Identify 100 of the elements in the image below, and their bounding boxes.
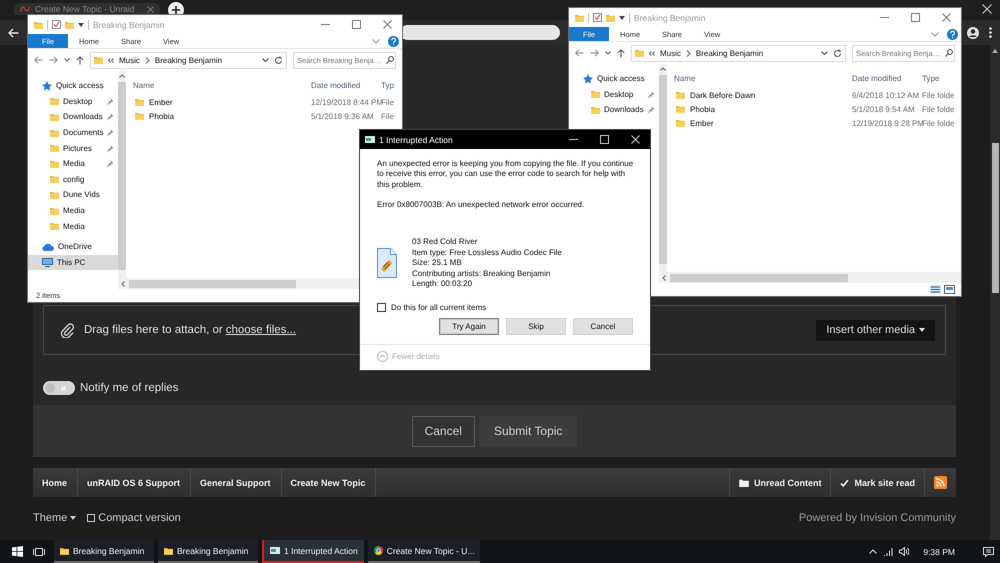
nav-item[interactable]: Quick access	[569, 71, 659, 87]
address-bar[interactable]: Music Breaking Benjamin	[90, 52, 287, 68]
caret-down-icon[interactable]	[262, 58, 269, 62]
column-header[interactable]: Name	[674, 74, 852, 82]
details-view-icon[interactable]	[930, 285, 941, 294]
breadcrumb-segment[interactable]: Breaking Benjamin	[154, 56, 222, 64]
nav-item[interactable]: This PC	[28, 254, 118, 270]
forward-arrow-icon[interactable]	[49, 56, 58, 64]
properties-icon[interactable]	[593, 13, 602, 22]
browser-tab[interactable]: Create New Topic - Unraid	[14, 3, 160, 15]
up-arrow-icon[interactable]	[617, 48, 625, 58]
file-name[interactable]: Ember	[133, 98, 311, 106]
notify-toggle[interactable]	[43, 381, 75, 395]
choose-files-link[interactable]: choose files...	[226, 324, 296, 336]
nav-item[interactable]: Downloads	[28, 109, 118, 125]
rss-icon[interactable]	[934, 476, 947, 489]
refresh-icon[interactable]	[833, 48, 842, 58]
task-view-icon[interactable]	[33, 546, 45, 556]
up-arrow-icon[interactable]	[76, 56, 84, 64]
file-name[interactable]: Dark Before Dawn	[674, 90, 852, 100]
caret-down-icon[interactable]	[821, 51, 828, 55]
theme-menu[interactable]: Theme	[33, 512, 76, 524]
breadcrumb-link[interactable]: Home	[33, 468, 78, 497]
file-name[interactable]: Phobia	[674, 104, 852, 114]
scrollbar[interactable]	[118, 71, 126, 289]
caret-down-icon	[70, 516, 76, 520]
file-name[interactable]: Phobia	[133, 112, 311, 120]
wifi-icon[interactable]	[883, 547, 894, 556]
window-title: 1 Interrupted Action	[379, 134, 453, 144]
help-icon[interactable]	[388, 36, 399, 46]
cancel-button[interactable]: Cancel	[412, 416, 475, 446]
mark-read-link[interactable]: Mark site read	[830, 468, 924, 497]
caret-up-icon[interactable]	[869, 549, 878, 554]
nav-item[interactable]: config	[28, 172, 118, 188]
taskbar-item[interactable]: Breaking Benjamin	[158, 540, 258, 563]
apply-all-checkbox[interactable]: Do this for all current items	[377, 302, 633, 312]
refresh-icon[interactable]	[274, 56, 283, 64]
recent-caret-icon[interactable]	[605, 51, 611, 55]
nav-item[interactable]: Documents	[28, 124, 118, 140]
expand-ribbon-icon[interactable]	[372, 38, 380, 44]
error-message: An unexpected error is keeping you from copying the file. If you continue to receive this error, you can use the error code to search for help with this problem.	[377, 159, 634, 190]
column-header[interactable]: Date modified	[852, 74, 922, 82]
breadcrumb-segment[interactable]: Music	[660, 48, 681, 58]
profile-icon[interactable]	[967, 26, 979, 38]
unread-content-link[interactable]: Unread Content	[728, 468, 830, 497]
overflow-chevron-icon	[649, 50, 655, 56]
nav-item[interactable]: Desktop	[569, 86, 659, 102]
folder-icon	[676, 105, 685, 113]
nav-item[interactable]: Dune Vids	[28, 187, 118, 203]
nav-item[interactable]: Media	[28, 156, 118, 172]
close-icon[interactable]	[982, 4, 992, 14]
compact-version-toggle[interactable]: Compact version	[87, 512, 181, 524]
audio-file-icon	[377, 248, 397, 278]
thumbnail-view-icon[interactable]	[944, 285, 955, 294]
scrollbar[interactable]	[990, 45, 1000, 540]
folder-icon	[65, 20, 74, 28]
file-name[interactable]: Ember	[674, 118, 852, 128]
breadcrumb-segment[interactable]: Breaking Benjamin	[696, 48, 764, 58]
help-icon[interactable]	[947, 28, 958, 40]
breadcrumb-link[interactable]: unRAID OS 6 Support	[78, 468, 192, 497]
column-header[interactable]: Date modified	[311, 80, 381, 90]
recent-caret-icon[interactable]	[64, 58, 70, 62]
expand-ribbon-icon[interactable]	[931, 32, 939, 36]
windows-logo-icon[interactable]	[12, 546, 22, 557]
breadcrumb-link[interactable]: General Support	[191, 468, 282, 497]
nav-item[interactable]: Quick access	[28, 78, 118, 94]
dialog-button[interactable]: Cancel	[573, 318, 633, 335]
scrollbar[interactable]	[658, 64, 667, 283]
insert-media-button[interactable]: Insert other media	[816, 320, 935, 340]
nav-item[interactable]: OneDrive	[28, 238, 118, 255]
properties-icon[interactable]	[52, 20, 61, 29]
submit-topic-button[interactable]: Submit Topic	[478, 416, 578, 446]
nav-item[interactable]: Downloads	[569, 102, 659, 118]
column-header[interactable]: Typ	[381, 80, 402, 90]
taskbar-item[interactable]: Breaking Benjamin	[54, 540, 154, 563]
scrollbar[interactable]	[660, 272, 961, 283]
column-header[interactable]: Type	[922, 74, 961, 82]
taskbar-item[interactable]: 1 Interrupted Action	[262, 540, 364, 563]
nav-item[interactable]: Desktop	[28, 94, 118, 110]
pin-icon	[107, 144, 114, 152]
dialog-button[interactable]: Skip	[506, 318, 566, 335]
nav-item[interactable]: Media	[28, 202, 118, 218]
folder-icon	[575, 14, 584, 22]
dialog-button[interactable]: Try Again	[439, 318, 499, 335]
clock[interactable]: 9:38 PM	[923, 546, 955, 556]
breadcrumb-segment[interactable]: Music	[119, 56, 140, 64]
nav-item[interactable]: Media	[28, 218, 118, 234]
column-header[interactable]: Name	[133, 80, 311, 90]
menu-icon[interactable]	[989, 27, 992, 38]
close-icon[interactable]	[631, 135, 640, 144]
breadcrumb-link[interactable]: Create New Topic	[282, 468, 376, 497]
volume-icon[interactable]	[899, 547, 910, 556]
address-bar[interactable]: Music Breaking Benjamin	[631, 44, 846, 62]
table-cell-text: File	[381, 98, 395, 106]
notification-icon[interactable]	[983, 546, 994, 556]
table-cell-text: File folde	[922, 90, 956, 100]
maximize-icon[interactable]	[600, 135, 609, 144]
nav-item[interactable]: Pictures	[28, 140, 118, 156]
taskbar-item[interactable]: Create New Topic - U...	[368, 540, 480, 563]
forward-arrow-icon[interactable]	[590, 49, 599, 57]
